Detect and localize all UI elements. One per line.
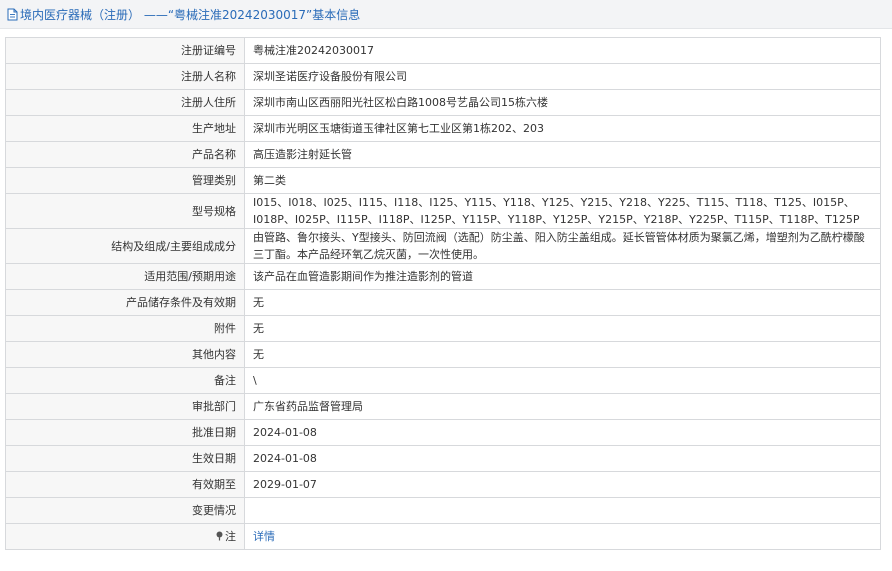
row-label: 结构及组成/主要组成成分 bbox=[5, 228, 245, 264]
row-label: 批准日期 bbox=[5, 419, 245, 446]
row-label: 注册证编号 bbox=[5, 37, 245, 64]
row-value: 由管路、鲁尔接头、Y型接头、防回流阀（选配）防尘盖、阳入防尘盖组成。延长管管体材… bbox=[244, 228, 881, 264]
table-row: 生产地址 深圳市光明区玉塘街道玉律社区第七工业区第1栋202、203 bbox=[5, 115, 881, 142]
row-label: 生效日期 bbox=[5, 445, 245, 472]
row-label: 注册人住所 bbox=[5, 89, 245, 116]
row-label: 附件 bbox=[5, 315, 245, 342]
row-value: 深圳市南山区西丽阳光社区松白路1008号艺晶公司15栋六楼 bbox=[244, 89, 881, 116]
table-row: 注册人住所 深圳市南山区西丽阳光社区松白路1008号艺晶公司15栋六楼 bbox=[5, 89, 881, 116]
row-value: 2024-01-08 bbox=[244, 445, 881, 472]
table-row: 管理类别 第二类 bbox=[5, 167, 881, 194]
table-row: 注 详情 bbox=[5, 523, 881, 550]
row-value: 该产品在血管造影期间作为推注造影剂的管道 bbox=[244, 263, 881, 290]
table-row: 生效日期 2024-01-08 bbox=[5, 445, 881, 472]
table-row: 型号规格 I015、I018、I025、I115、I118、I125、Y115、… bbox=[5, 193, 881, 229]
row-label: 变更情况 bbox=[5, 497, 245, 524]
row-label: 有效期至 bbox=[5, 471, 245, 498]
pin-icon bbox=[215, 529, 224, 541]
table-row: 注册证编号 粤械注准20242030017 bbox=[5, 37, 881, 64]
table-row: 结构及组成/主要组成成分 由管路、鲁尔接头、Y型接头、防回流阀（选配）防尘盖、阳… bbox=[5, 228, 881, 264]
row-value bbox=[244, 497, 881, 524]
note-row-label: 注 bbox=[5, 523, 245, 550]
row-value: 高压造影注射延长管 bbox=[244, 141, 881, 168]
row-value: 无 bbox=[244, 289, 881, 316]
row-value: 粤械注准20242030017 bbox=[244, 37, 881, 64]
row-value: 广东省药品监督管理局 bbox=[244, 393, 881, 420]
table-row: 变更情况 bbox=[5, 497, 881, 524]
table-row: 产品储存条件及有效期 无 bbox=[5, 289, 881, 316]
row-value: 第二类 bbox=[244, 167, 881, 194]
table-row: 附件 无 bbox=[5, 315, 881, 342]
row-label: 生产地址 bbox=[5, 115, 245, 142]
table-row: 适用范围/预期用途 该产品在血管造影期间作为推注造影剂的管道 bbox=[5, 263, 881, 290]
row-value: 无 bbox=[244, 315, 881, 342]
row-label: 审批部门 bbox=[5, 393, 245, 420]
row-label: 产品名称 bbox=[5, 141, 245, 168]
row-value: 2029-01-07 bbox=[244, 471, 881, 498]
row-value: \ bbox=[244, 367, 881, 394]
page-header: 境内医疗器械（注册） ——“粤械注准20242030017”基本信息 bbox=[0, 0, 892, 29]
row-label: 管理类别 bbox=[5, 167, 245, 194]
table-row: 审批部门 广东省药品监督管理局 bbox=[5, 393, 881, 420]
details-link[interactable]: 详情 bbox=[253, 530, 275, 543]
page-title: 境内医疗器械（注册） ——“粤械注准20242030017”基本信息 bbox=[20, 7, 361, 22]
row-value: 深圳圣诺医疗设备股份有限公司 bbox=[244, 63, 881, 90]
document-icon bbox=[6, 8, 18, 21]
info-table: 注册证编号 粤械注准20242030017 注册人名称 深圳圣诺医疗设备股份有限… bbox=[5, 37, 881, 550]
row-label: 注册人名称 bbox=[5, 63, 245, 90]
table-row: 备注 \ bbox=[5, 367, 881, 394]
row-label: 型号规格 bbox=[5, 193, 245, 229]
table-row: 其他内容 无 bbox=[5, 341, 881, 368]
row-label: 备注 bbox=[5, 367, 245, 394]
row-value: 2024-01-08 bbox=[244, 419, 881, 446]
table-row: 批准日期 2024-01-08 bbox=[5, 419, 881, 446]
table-row: 有效期至 2029-01-07 bbox=[5, 471, 881, 498]
table-row: 产品名称 高压造影注射延长管 bbox=[5, 141, 881, 168]
row-value: 详情 bbox=[244, 523, 881, 550]
row-value: I015、I018、I025、I115、I118、I125、Y115、Y118、… bbox=[244, 193, 881, 229]
row-label: 产品储存条件及有效期 bbox=[5, 289, 245, 316]
row-label: 其他内容 bbox=[5, 341, 245, 368]
row-value: 深圳市光明区玉塘街道玉律社区第七工业区第1栋202、203 bbox=[244, 115, 881, 142]
note-label: 注 bbox=[225, 530, 236, 543]
row-label: 适用范围/预期用途 bbox=[5, 263, 245, 290]
row-value: 无 bbox=[244, 341, 881, 368]
table-row: 注册人名称 深圳圣诺医疗设备股份有限公司 bbox=[5, 63, 881, 90]
